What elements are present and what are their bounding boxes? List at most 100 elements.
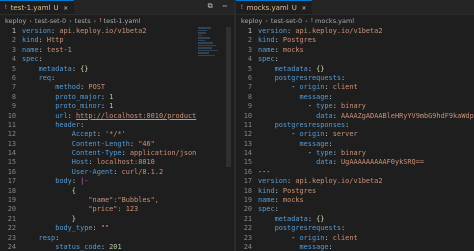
left-editor-pane[interactable]: ! test-1.yaml U ✕ ⧉ ⋯ keploy › test-set-… <box>0 0 234 251</box>
code-line[interactable]: 12 - origin: server <box>236 130 474 139</box>
code-line[interactable]: 13 message: <box>236 140 474 149</box>
code-line[interactable]: 2 kind: Postgres <box>236 36 474 45</box>
code-token: : <box>328 139 333 148</box>
code-token: message <box>299 242 329 251</box>
code-line[interactable]: 22 postgresrequests: <box>236 224 474 233</box>
code-line[interactable]: 14 - type: binary <box>236 149 474 158</box>
code-line[interactable]: 9 - type: binary <box>236 102 474 111</box>
close-tab-icon[interactable]: ✕ <box>302 4 306 12</box>
code-token: : <box>345 120 350 129</box>
code-line[interactable]: 8 message: <box>236 93 474 102</box>
code-line[interactable]: 23 resp: <box>0 234 234 243</box>
code-token: Host <box>71 158 89 167</box>
tab-test-1-yaml[interactable]: ! test-1.yaml U ✕ <box>0 0 74 14</box>
code-token: : <box>341 224 346 233</box>
code-token: - <box>258 233 300 242</box>
line-number: 17 <box>7 177 16 186</box>
code-line[interactable]: 14 Content-Type: application/json <box>0 149 234 158</box>
breadcrumb-item[interactable]: test-set-0 <box>35 17 66 25</box>
left-tab-bar: ! test-1.yaml U ✕ ⧉ ⋯ <box>0 0 234 15</box>
line-number: 12 <box>7 130 16 139</box>
line-number: 1 <box>247 27 252 35</box>
breadcrumb-item[interactable]: test-set-0 <box>271 17 302 25</box>
code-token: kind <box>22 36 39 45</box>
code-line[interactable]: 5 metadata: {} <box>236 65 474 74</box>
code-token: binary <box>341 102 366 111</box>
line-number: 15 <box>243 158 252 167</box>
code-line[interactable]: 21 metadata: {} <box>236 215 474 224</box>
line-number: 16 <box>243 167 252 176</box>
code-line[interactable]: 3 name: mocks <box>236 46 474 55</box>
minimap[interactable] <box>198 27 220 87</box>
code-line[interactable]: 15 data: UgAAAAAAAAAF0ykSRQ== <box>236 158 474 167</box>
code-line[interactable]: 24 message: <box>236 243 474 251</box>
vertical-scrollbar[interactable] <box>226 27 231 167</box>
line-number: 4 <box>11 55 16 64</box>
code-token: : <box>332 158 342 167</box>
code-line[interactable]: 10 url: http://localhost:8010/product <box>0 112 234 121</box>
code-line[interactable]: 20 spec: <box>236 205 474 214</box>
code-token: mocks <box>282 196 304 205</box>
breadcrumb-item[interactable]: keploy <box>5 17 26 25</box>
code-token: : <box>38 55 43 64</box>
breadcrumb-item[interactable]: test-1.yaml <box>104 17 141 25</box>
code-line[interactable]: 23 - origin: client <box>236 234 474 243</box>
code-line[interactable]: 1 version: api.keploy.io/v1beta2 <box>236 27 474 36</box>
editor-actions[interactable]: ⧉ ⋯ <box>208 2 230 11</box>
line-number: 5 <box>247 64 252 73</box>
line-number: 18 <box>243 186 252 195</box>
code-line[interactable]: 19 name: mocks <box>236 196 474 205</box>
code-line[interactable]: 13 Content-Length: "46" <box>0 140 234 149</box>
yaml-file-icon: ! <box>99 18 102 24</box>
right-editor-pane[interactable]: ! mocks.yaml U ✕ keploy › test-set-0 › !… <box>236 0 474 251</box>
code-token: {} <box>316 214 325 223</box>
code-token: localhost:8010 <box>96 158 155 167</box>
code-line[interactable]: 16 --- <box>236 168 474 177</box>
code-line[interactable]: 12 Accept: '*/*' <box>0 130 234 139</box>
code-token: : <box>307 64 317 73</box>
code-token: : <box>100 102 110 111</box>
code-line[interactable]: 11 postgresresponses: <box>236 121 474 130</box>
code-line[interactable]: 17 body: |- <box>0 177 234 186</box>
line-number: 24 <box>7 242 16 251</box>
code-line[interactable]: 19 "name":"Bubbles", <box>0 196 234 205</box>
code-line[interactable]: 10 data: AAAAZgADAABleHRyYV9mbG9hdF9kaWd… <box>236 112 474 121</box>
code-line[interactable]: 17 version: api.keploy.io/v1beta2 <box>236 177 474 186</box>
code-line[interactable]: 22 body_type: "" <box>0 224 234 233</box>
code-token: http://localhost:8010/product <box>75 111 197 120</box>
code-token: Accept <box>71 130 97 139</box>
code-line[interactable]: 9 proto_minor: 1 <box>0 102 234 111</box>
breadcrumb-item[interactable]: tests <box>75 17 91 25</box>
code-line[interactable]: 4 spec: <box>236 55 474 64</box>
code-token: : <box>274 36 283 45</box>
breadcrumb-item[interactable]: keploy <box>241 17 262 25</box>
code-line[interactable]: 7 - origin: client <box>236 83 474 92</box>
breadcrumb-item[interactable]: mocks.yaml <box>315 17 354 25</box>
code-line[interactable]: 20 "price": 123 <box>0 205 234 214</box>
code-line[interactable]: 18 { <box>0 187 234 196</box>
code-token: POST <box>88 83 106 92</box>
code-editor[interactable]: 1 version: api.keploy.io/v1beta2 2 kind: Po… <box>236 27 474 251</box>
code-line[interactable]: 24 status_code: 201 <box>0 243 234 251</box>
code-line[interactable]: 15 Host: localhost:8010 <box>0 158 234 167</box>
code-token: "price": 123 <box>88 205 139 214</box>
code-line[interactable]: 16 User-Agent: curl/8.1.2 <box>0 168 234 177</box>
code-line[interactable]: 11 header: <box>0 121 234 130</box>
close-tab-icon[interactable]: ✕ <box>64 4 68 12</box>
line-number: 14 <box>7 149 16 158</box>
code-token: method <box>55 83 81 92</box>
code-line[interactable]: 18 kind: Postgres <box>236 187 474 196</box>
code-line[interactable]: 21 } <box>0 215 234 224</box>
code-token: version <box>258 27 288 35</box>
tab-mocks-yaml[interactable]: ! mocks.yaml U ✕ <box>236 0 313 14</box>
code-line[interactable]: 8 proto_major: 1 <box>0 93 234 102</box>
line-number: 21 <box>7 214 16 223</box>
code-line[interactable]: 6 postgresrequests: <box>236 74 474 83</box>
code-token: : <box>274 186 283 195</box>
line-number: 6 <box>11 73 16 82</box>
